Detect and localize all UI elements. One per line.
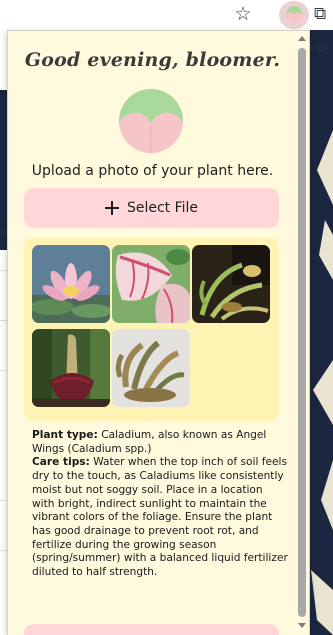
plant-logo-icon bbox=[286, 6, 303, 23]
identification-result: Plant type: Caladium, also known as Ange… bbox=[32, 429, 288, 580]
browser-toolbar: ☆ ⧉ bbox=[0, 0, 333, 30]
greeting-title: Good evening, bloomer. bbox=[24, 49, 281, 71]
photo-thumbnail-dried-plant[interactable] bbox=[112, 329, 190, 407]
photo-thumbnail-corpse-flower[interactable] bbox=[32, 329, 110, 407]
popup-scrollbar[interactable] bbox=[295, 31, 309, 635]
sprout-circle-logo bbox=[119, 89, 183, 153]
sample-photo-gallery bbox=[24, 238, 279, 421]
popup-content: Good evening, bloomer. Upload a photo of… bbox=[8, 31, 297, 635]
scroll-down-arrow-icon[interactable] bbox=[298, 623, 306, 628]
photo-thumbnail-wilting-plant[interactable] bbox=[192, 245, 270, 323]
background-page-right bbox=[307, 30, 333, 635]
star-outline-icon[interactable]: ☆ bbox=[232, 3, 254, 25]
photo-thumbnail-caladium[interactable] bbox=[112, 245, 190, 323]
extension-popup: Good evening, bloomer. Upload a photo of… bbox=[7, 30, 310, 635]
puzzle-icon[interactable]: ⧉ bbox=[314, 3, 333, 25]
select-file-label: Select File bbox=[126, 200, 199, 216]
secondary-action-button[interactable] bbox=[24, 624, 279, 635]
extension-button[interactable] bbox=[279, 1, 309, 29]
select-file-button[interactable]: Select File bbox=[24, 188, 279, 228]
upload-prompt: Upload a photo of your plant here. bbox=[31, 163, 274, 179]
background-text-right: k Cl bbox=[308, 42, 327, 54]
plus-icon bbox=[104, 201, 119, 215]
scrollbar-thumb[interactable] bbox=[298, 48, 306, 617]
background-text-left: a bbox=[0, 224, 7, 238]
plant-type-label: Plant type: bbox=[32, 429, 98, 441]
background-pattern bbox=[311, 130, 333, 635]
photo-thumbnail-water-lily[interactable] bbox=[32, 245, 110, 323]
care-tips-label: Care tips: bbox=[32, 456, 90, 469]
scroll-up-arrow-icon[interactable] bbox=[298, 36, 306, 41]
care-tips-value: Water when the top inch of soil feels dr… bbox=[32, 456, 288, 579]
